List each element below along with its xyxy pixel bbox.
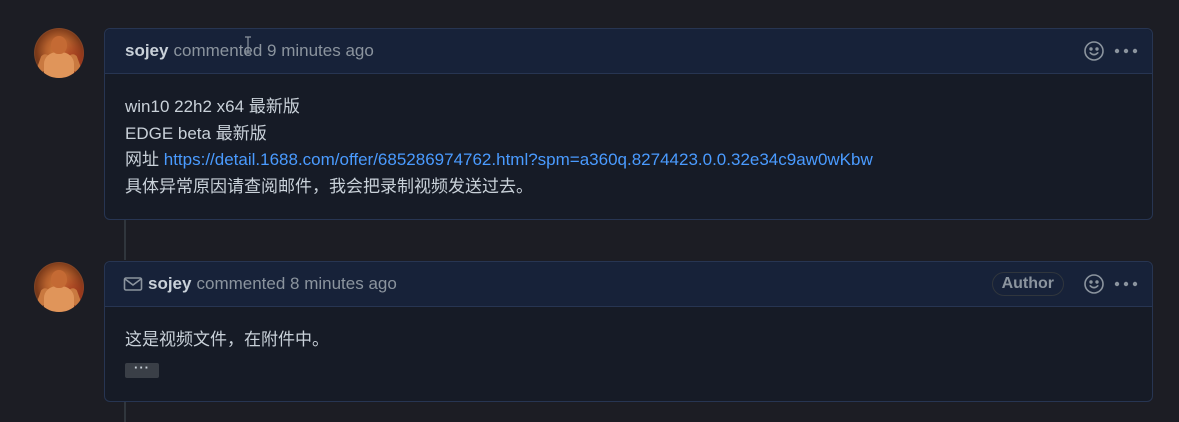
mail-icon <box>123 276 143 292</box>
author-badge: Author <box>991 272 1064 296</box>
avatar[interactable] <box>34 262 84 312</box>
comment-card: sojey commented 8 minutes ago Author 这是视… <box>104 261 1153 402</box>
comment-timestamp[interactable]: commented 9 minutes ago <box>173 41 373 61</box>
comment-body: 这是视频文件，在附件中。 ··· <box>105 307 1152 398</box>
comment-line: 网址 https://detail.1688.com/offer/6852869… <box>125 147 1132 174</box>
smiley-icon[interactable] <box>1082 39 1106 63</box>
comment-line: win10 22h2 x64 最新版 <box>125 97 300 116</box>
comment-card: sojey commented 9 minutes ago win10 22h2… <box>104 28 1153 220</box>
kebab-horizontal-icon[interactable] <box>1114 39 1138 63</box>
timeline-connector <box>124 402 126 422</box>
text-cursor-icon <box>245 36 251 54</box>
offer-link[interactable]: https://detail.1688.com/offer/6852869747… <box>164 150 873 169</box>
comment-line: EDGE beta 最新版 <box>125 123 267 143</box>
comment-timestamp[interactable]: commented 8 minutes ago <box>196 274 396 294</box>
avatar[interactable] <box>34 28 84 78</box>
comment-header: sojey commented 8 minutes ago Author <box>105 262 1152 307</box>
comment-header: sojey commented 9 minutes ago <box>105 29 1152 74</box>
comment-author[interactable]: sojey <box>125 41 168 61</box>
comment-line: 具体异常原因请查阅邮件，我会把录制视频发送过去。 <box>125 176 533 196</box>
expand-hidden-text-button[interactable]: ··· <box>125 361 159 378</box>
timeline-connector <box>124 220 126 260</box>
comment-line: 这是视频文件，在附件中。 <box>125 330 329 349</box>
smiley-icon[interactable] <box>1082 272 1106 296</box>
comment-body: win10 22h2 x64 最新版 EDGE beta 最新版 网址 http… <box>105 74 1152 218</box>
kebab-horizontal-icon[interactable] <box>1114 272 1138 296</box>
url-label: 网址 <box>125 150 164 169</box>
comment-author[interactable]: sojey <box>148 274 191 294</box>
